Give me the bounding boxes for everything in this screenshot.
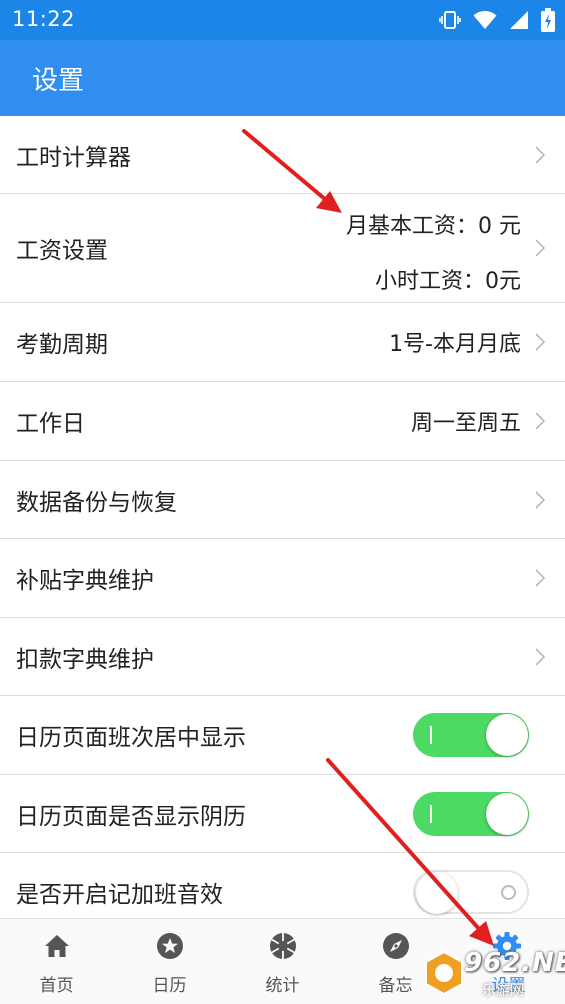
page-title: 设置 xyxy=(32,66,85,96)
nav-label: 首页 xyxy=(39,976,74,996)
nav-label: 日历 xyxy=(152,976,187,996)
status-bar: 11:22 xyxy=(0,0,565,40)
row-attendance-cycle[interactable]: 考勤周期 1号-本月月底 xyxy=(0,303,565,382)
status-time: 11:22 xyxy=(12,7,76,31)
row-label: 是否开启记加班音效 xyxy=(16,881,223,908)
vibrate-icon xyxy=(439,11,461,29)
toggle-knob xyxy=(416,871,458,914)
row-calendar-shift-centered: 日历页面班次居中显示 xyxy=(0,696,565,775)
nav-item-home[interactable]: 首页 xyxy=(0,919,113,1004)
nav-item-statistics[interactable]: 统计 xyxy=(226,919,339,1004)
row-label: 数据备份与恢复 xyxy=(16,489,177,516)
battery-icon xyxy=(541,8,555,32)
monthly-base-salary-value: 月基本工资：0 元 xyxy=(346,214,521,239)
chevron-right-icon xyxy=(535,239,545,257)
signal-icon xyxy=(510,11,528,29)
row-label: 日历页面班次居中显示 xyxy=(16,725,246,751)
watermark-brand: 962.NET xyxy=(464,948,565,978)
chevron-right-icon xyxy=(535,647,545,666)
chevron-right-icon xyxy=(535,490,545,509)
toggle-off-mark xyxy=(501,884,516,900)
chevron-right-icon xyxy=(535,412,545,430)
row-data-backup-restore[interactable]: 数据备份与恢复 xyxy=(0,461,565,539)
overtime-sound-toggle[interactable] xyxy=(413,869,529,914)
toggle-knob xyxy=(486,714,528,756)
settings-list[interactable]: 工时计算器 工资设置 月基本工资：0 元 小时工资：0元 考勤周期 1号-本月月… xyxy=(0,116,565,918)
toggle-knob xyxy=(486,792,528,835)
watermark-emblem-icon xyxy=(425,950,463,996)
nav-label: 统计 xyxy=(265,976,300,996)
chevron-right-icon xyxy=(535,569,545,587)
row-overtime-sound: 是否开启记加班音效 xyxy=(0,853,565,918)
watermark-sub: 乐游网 xyxy=(482,983,524,999)
row-deduction-dictionary[interactable]: 扣款字典维护 xyxy=(0,618,565,696)
workdays-value: 周一至周五 xyxy=(410,411,521,436)
row-subsidy-dictionary[interactable]: 补贴字典维护 xyxy=(0,539,565,618)
toggle-on-mark xyxy=(430,726,432,744)
wifi-icon xyxy=(473,11,497,29)
row-workdays[interactable]: 工作日 周一至周五 xyxy=(0,382,565,461)
chevron-right-icon xyxy=(535,145,545,164)
nav-item-calendar[interactable]: 日历 xyxy=(113,919,226,1004)
status-icons xyxy=(439,8,555,32)
shift-centered-toggle[interactable] xyxy=(413,713,529,757)
aperture-icon xyxy=(270,933,296,959)
watermark-logo: 962.NET 乐游网 xyxy=(420,946,565,1002)
row-work-hour-calculator[interactable]: 工时计算器 xyxy=(0,116,565,194)
toggle-on-mark xyxy=(430,804,432,823)
row-label: 工作日 xyxy=(16,411,85,437)
row-label: 扣款字典维护 xyxy=(16,646,154,673)
settings-screen: 11:22 设置 工时计算器 工资设置 月基本工资：0 元 小时工资：0元 考勤… xyxy=(0,0,565,1004)
row-calendar-lunar: 日历页面是否显示阴历 xyxy=(0,775,565,853)
compass-icon xyxy=(383,933,409,959)
row-label: 工资设置 xyxy=(16,238,108,264)
home-icon xyxy=(45,935,69,957)
app-bar: 设置 xyxy=(0,40,565,116)
row-label: 补贴字典维护 xyxy=(16,568,154,594)
row-label: 日历页面是否显示阴历 xyxy=(16,803,246,830)
row-label: 工时计算器 xyxy=(16,144,131,171)
chevron-right-icon xyxy=(535,333,545,351)
lunar-calendar-toggle[interactable] xyxy=(413,791,529,836)
attendance-cycle-value: 1号-本月月底 xyxy=(389,332,521,357)
row-salary-settings[interactable]: 工资设置 月基本工资：0 元 小时工资：0元 xyxy=(0,194,565,303)
hourly-wage-value: 小时工资：0元 xyxy=(375,269,521,294)
star-icon xyxy=(157,933,183,959)
row-label: 考勤周期 xyxy=(16,332,108,358)
